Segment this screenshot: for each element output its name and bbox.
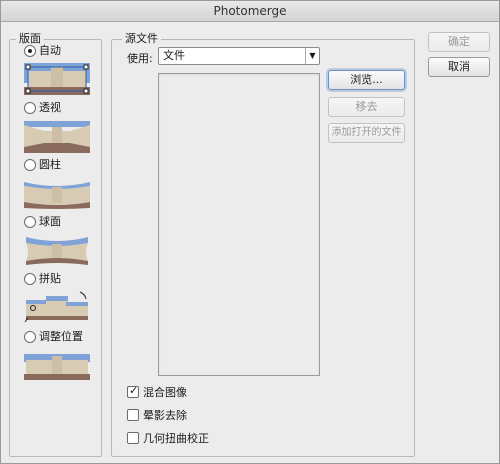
radio-collage[interactable] bbox=[24, 273, 36, 285]
layout-option-label: 拼贴 bbox=[39, 272, 61, 285]
source-file-list[interactable] bbox=[158, 73, 320, 376]
use-select-value: 文件 bbox=[163, 49, 185, 62]
add-open-files-button[interactable]: 添加打开的文件 bbox=[328, 123, 405, 143]
radio-reposition[interactable] bbox=[24, 331, 36, 343]
layout-option-label: 球面 bbox=[39, 215, 61, 228]
layout-option-perspective[interactable]: 透视 bbox=[24, 101, 61, 115]
layout-option-spherical[interactable]: 球面 bbox=[24, 215, 61, 229]
browse-button[interactable]: 浏览... bbox=[328, 70, 405, 90]
photomerge-dialog: Photomerge 版面 自动 透视 圆柱 球面 拼贴 调整位置 源文件 使用… bbox=[0, 0, 500, 464]
distortion-correction-checkbox[interactable] bbox=[127, 432, 139, 444]
radio-spherical[interactable] bbox=[24, 216, 36, 228]
source-files-group: 源文件 使用: 文件 ▼ 浏览... 移去 添加打开的文件 混合图像 晕影去除 … bbox=[111, 32, 415, 457]
layout-option-label: 圆柱 bbox=[39, 158, 61, 171]
distortion-correction-label: 几何扭曲校正 bbox=[143, 432, 209, 445]
layout-option-label: 透视 bbox=[39, 101, 61, 114]
vignette-removal-checkbox[interactable] bbox=[127, 409, 139, 421]
vignette-removal-label: 晕影去除 bbox=[143, 409, 187, 422]
source-files-title: 源文件 bbox=[122, 32, 161, 46]
auto-layout-thumbnail[interactable] bbox=[24, 63, 90, 95]
blend-images-option[interactable]: 混合图像 bbox=[127, 384, 187, 399]
vignette-removal-option[interactable]: 晕影去除 bbox=[127, 408, 187, 422]
layout-option-auto[interactable]: 自动 bbox=[24, 44, 61, 58]
perspective-thumbnail[interactable] bbox=[24, 121, 90, 153]
collage-thumbnail[interactable] bbox=[24, 291, 90, 324]
chevron-down-icon[interactable]: ▼ bbox=[305, 48, 319, 64]
reposition-thumbnail[interactable] bbox=[24, 350, 90, 382]
ok-button[interactable]: 确定 bbox=[428, 32, 490, 52]
radio-cylindrical[interactable] bbox=[24, 159, 36, 171]
use-label: 使用: bbox=[127, 52, 153, 65]
blend-images-checkbox[interactable] bbox=[127, 384, 139, 398]
window-title: Photomerge bbox=[1, 1, 499, 22]
layout-option-cylindrical[interactable]: 圆柱 bbox=[24, 158, 61, 172]
cylindrical-thumbnail[interactable] bbox=[24, 178, 90, 210]
use-select[interactable]: 文件 ▼ bbox=[158, 47, 320, 65]
cancel-button[interactable]: 取消 bbox=[428, 57, 490, 77]
blend-images-label: 混合图像 bbox=[143, 386, 187, 399]
layout-group: 版面 自动 透视 圆柱 球面 拼贴 调整位置 bbox=[9, 32, 102, 457]
remove-button[interactable]: 移去 bbox=[328, 97, 405, 117]
layout-option-collage[interactable]: 拼贴 bbox=[24, 272, 61, 286]
layout-option-reposition[interactable]: 调整位置 bbox=[24, 330, 83, 344]
spherical-thumbnail[interactable] bbox=[24, 235, 90, 267]
layout-option-label: 调整位置 bbox=[39, 330, 83, 343]
distortion-correction-option[interactable]: 几何扭曲校正 bbox=[127, 431, 209, 445]
radio-auto[interactable] bbox=[24, 45, 36, 57]
radio-perspective[interactable] bbox=[24, 102, 36, 114]
layout-option-label: 自动 bbox=[39, 44, 61, 57]
